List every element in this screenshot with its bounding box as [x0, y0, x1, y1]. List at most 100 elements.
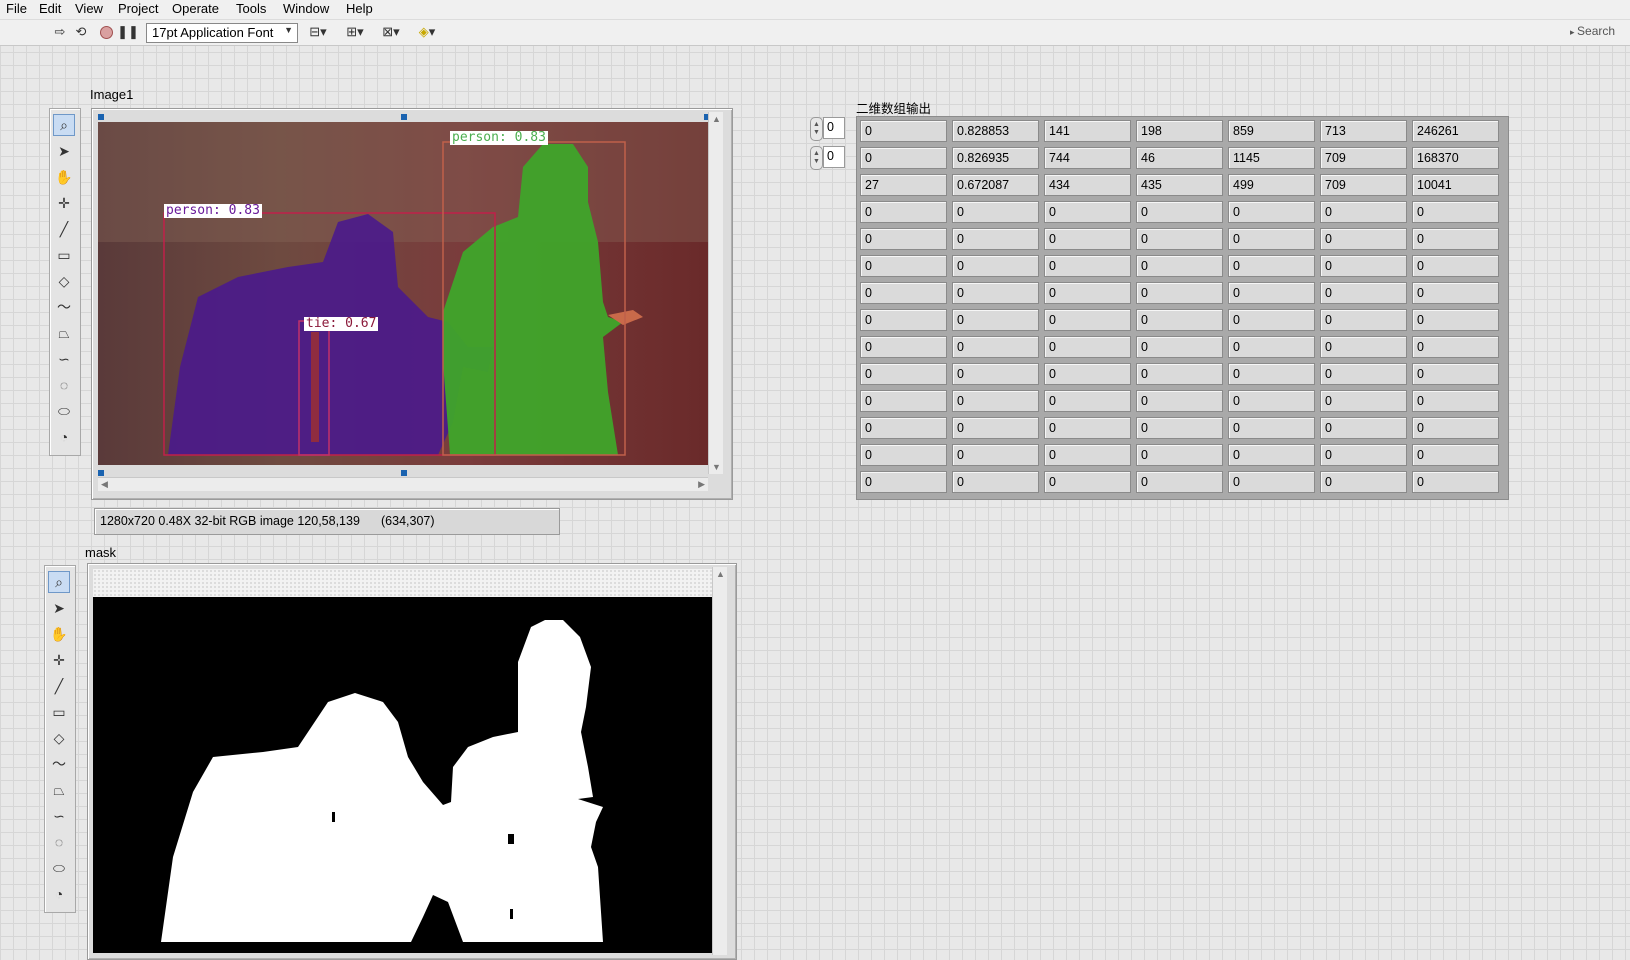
array-cell[interactable]: 0.828853: [952, 120, 1039, 142]
array-cell[interactable]: 246261: [1412, 120, 1499, 142]
pan-icon[interactable]: ✋: [48, 623, 70, 645]
array-cell[interactable]: 0: [952, 309, 1039, 331]
array-cell[interactable]: 0: [1136, 336, 1223, 358]
pointer-icon[interactable]: ➤: [48, 597, 70, 619]
annulus-icon[interactable]: ◔: [53, 426, 75, 448]
line-icon[interactable]: ╱: [48, 675, 70, 697]
array-cell[interactable]: 0: [1320, 228, 1407, 250]
array-cell[interactable]: 0: [1136, 255, 1223, 277]
array-cell[interactable]: 0.826935: [952, 147, 1039, 169]
array-cell[interactable]: 0: [1412, 336, 1499, 358]
polyline-icon[interactable]: 〜: [48, 753, 70, 775]
array-cell[interactable]: 0: [1228, 390, 1315, 412]
array-cell[interactable]: 0: [860, 255, 947, 277]
mask-image[interactable]: [93, 597, 712, 953]
array-cell[interactable]: 0: [1320, 255, 1407, 277]
array-cell[interactable]: 0: [1228, 282, 1315, 304]
array-cell[interactable]: 0: [1044, 282, 1131, 304]
array-cell[interactable]: 0: [1412, 390, 1499, 412]
pan-icon[interactable]: ✋: [53, 166, 75, 188]
abort-icon[interactable]: [98, 24, 114, 40]
array-cell[interactable]: 0: [860, 444, 947, 466]
array-cell[interactable]: 499: [1228, 174, 1315, 196]
menu-help[interactable]: Help: [346, 1, 373, 16]
resize-handle[interactable]: [98, 114, 104, 120]
array-cell[interactable]: 0: [1228, 255, 1315, 277]
array-cell[interactable]: 0.672087: [952, 174, 1039, 196]
crosshair-icon[interactable]: ✛: [53, 192, 75, 214]
array-cell[interactable]: 744: [1044, 147, 1131, 169]
array-cell[interactable]: 0: [860, 228, 947, 250]
oval-icon[interactable]: ⬭: [53, 400, 75, 422]
array-cell[interactable]: 0: [952, 363, 1039, 385]
array-cell[interactable]: 709: [1320, 174, 1407, 196]
array-cell[interactable]: 0: [952, 444, 1039, 466]
run-arrow-icon[interactable]: ⇨: [52, 24, 68, 40]
scroll-right-icon[interactable]: ▶: [698, 479, 705, 490]
array-cell[interactable]: 27: [860, 174, 947, 196]
array-cell[interactable]: 0: [1228, 228, 1315, 250]
array-cell[interactable]: 168370: [1412, 147, 1499, 169]
align-objects-icon[interactable]: ⊟▾: [305, 24, 331, 40]
array-cell[interactable]: 709: [1320, 147, 1407, 169]
array-cell[interactable]: 0: [1320, 444, 1407, 466]
rectangle-icon[interactable]: ▭: [48, 701, 70, 723]
array-cell[interactable]: 10041: [1412, 174, 1499, 196]
array-cell[interactable]: 0: [1044, 390, 1131, 412]
horizontal-scrollbar[interactable]: ◀ ▶: [98, 477, 708, 491]
array-cell[interactable]: 0: [952, 336, 1039, 358]
increment-decrement-icon[interactable]: ▲ ▼: [810, 117, 823, 141]
polygon-icon[interactable]: ⏢: [48, 779, 70, 801]
polyline-icon[interactable]: 〜: [53, 296, 75, 318]
array-cell[interactable]: 0: [1044, 363, 1131, 385]
array-cell[interactable]: 0: [1136, 363, 1223, 385]
array-cell[interactable]: 434: [1044, 174, 1131, 196]
array-cell[interactable]: 0: [1228, 363, 1315, 385]
array-cell[interactable]: 0: [1412, 282, 1499, 304]
array-cell[interactable]: 0: [1412, 363, 1499, 385]
array-cell[interactable]: 0: [1320, 282, 1407, 304]
row-index-control[interactable]: ▲ ▼ 0: [810, 117, 850, 141]
array-cell[interactable]: 0: [1044, 228, 1131, 250]
rectangle-icon[interactable]: ▭: [53, 244, 75, 266]
array-cell[interactable]: 0: [1320, 201, 1407, 223]
array-cell[interactable]: 0: [952, 201, 1039, 223]
zoom-icon[interactable]: ⌕: [48, 571, 70, 593]
array-cell[interactable]: 0: [1320, 417, 1407, 439]
array-cell[interactable]: 0: [860, 471, 947, 493]
array-cell[interactable]: 0: [1412, 228, 1499, 250]
font-select[interactable]: 17pt Application Font ▼: [146, 23, 298, 43]
polygon-icon[interactable]: ⏢: [53, 322, 75, 344]
rotated-rectangle-icon[interactable]: ◇: [48, 727, 70, 749]
array-cell[interactable]: 1145: [1228, 147, 1315, 169]
array-cell[interactable]: 0: [1136, 228, 1223, 250]
search-box[interactable]: ▸ Search: [1570, 24, 1615, 38]
freehand-region-icon[interactable]: ◌: [53, 374, 75, 396]
array-cell[interactable]: 0: [952, 282, 1039, 304]
array-cell[interactable]: 0: [1044, 471, 1131, 493]
array-cell[interactable]: 859: [1228, 120, 1315, 142]
menu-file[interactable]: File: [6, 1, 27, 16]
array-cell[interactable]: 0: [1136, 309, 1223, 331]
array-cell[interactable]: 0: [1044, 309, 1131, 331]
column-index-input[interactable]: 0: [823, 146, 845, 168]
row-index-input[interactable]: 0: [823, 117, 845, 139]
array-cell[interactable]: 0: [860, 282, 947, 304]
resize-handle[interactable]: [401, 470, 407, 476]
array-cell[interactable]: 435: [1136, 174, 1223, 196]
rotated-rectangle-icon[interactable]: ◇: [53, 270, 75, 292]
array-cell[interactable]: 0: [1228, 471, 1315, 493]
scroll-up-icon[interactable]: ▲: [716, 569, 725, 579]
array-cell[interactable]: 0: [1136, 390, 1223, 412]
scroll-down-icon[interactable]: ▼: [712, 462, 721, 472]
array-cell[interactable]: 0: [952, 228, 1039, 250]
vertical-scrollbar[interactable]: ▲: [712, 567, 727, 955]
pause-icon[interactable]: ❚❚: [117, 24, 139, 40]
array-cell[interactable]: 198: [1136, 120, 1223, 142]
array-cell[interactable]: 0: [860, 147, 947, 169]
array-cell[interactable]: 0: [1320, 390, 1407, 412]
array-cell[interactable]: 141: [1044, 120, 1131, 142]
increment-decrement-icon[interactable]: ▲ ▼: [810, 146, 823, 170]
array-cell[interactable]: 0: [1136, 471, 1223, 493]
array-cell[interactable]: 0: [1320, 471, 1407, 493]
